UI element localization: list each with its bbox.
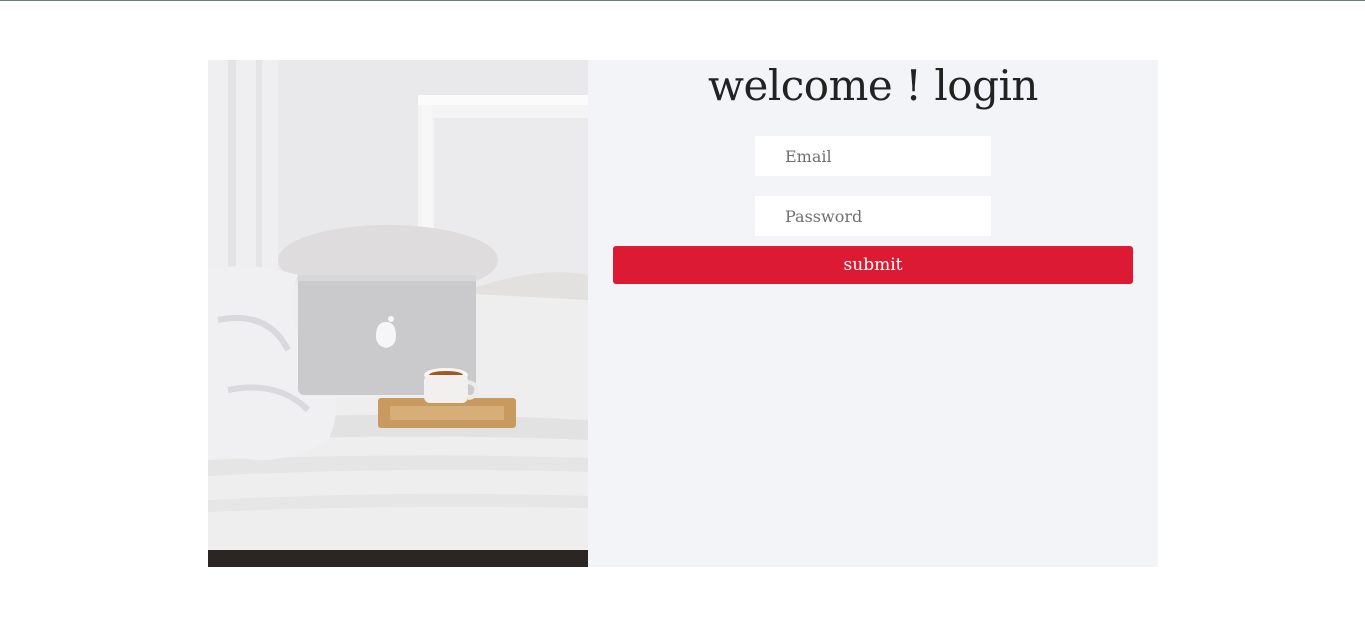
login-card: welcome ! login xyxy=(208,60,1158,567)
page-title: welcome ! login xyxy=(708,61,1038,110)
bedroom-laptop-photo xyxy=(208,60,588,567)
submit-button[interactable]: submit xyxy=(613,246,1133,284)
top-divider xyxy=(0,0,1365,1)
email-input[interactable] xyxy=(755,136,991,176)
password-input[interactable] xyxy=(755,196,991,236)
